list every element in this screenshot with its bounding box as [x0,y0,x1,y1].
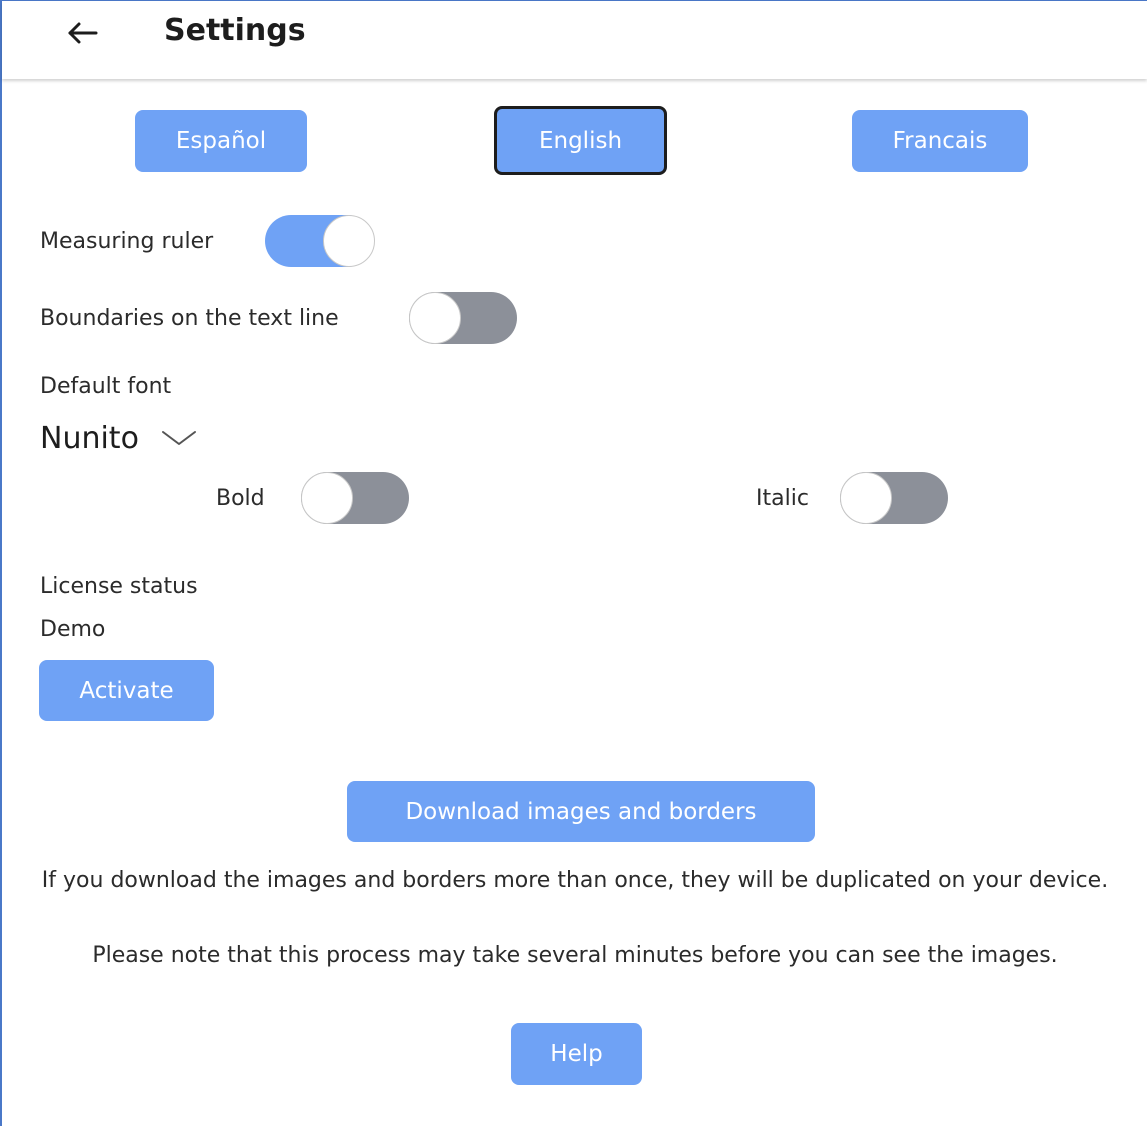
page-title: Settings [164,13,306,48]
toggle-knob [301,472,353,524]
language-button-english[interactable]: English [494,106,667,175]
toggle-knob [840,472,892,524]
back-button[interactable] [64,15,100,51]
download-images-button[interactable]: Download images and borders [347,781,815,842]
measuring-ruler-label: Measuring ruler [40,229,214,254]
bold-label: Bold [216,486,265,511]
download-duration-note: Please note that this process may take s… [92,943,1058,968]
default-font-dropdown[interactable]: Nunito [40,415,197,461]
boundaries-label: Boundaries on the text line [40,306,339,331]
arrow-left-icon [68,22,98,44]
italic-toggle[interactable] [840,472,948,524]
boundaries-toggle[interactable] [409,292,517,344]
bold-toggle[interactable] [301,472,409,524]
italic-label: Italic [756,486,809,511]
default-font-label: Default font [40,374,172,399]
chevron-down-icon [161,431,196,445]
language-button-francais[interactable]: Francais [852,110,1028,172]
measuring-ruler-toggle[interactable] [265,215,375,267]
language-button-espanol[interactable]: Español [135,110,307,172]
app-header: Settings [2,1,1147,79]
toggle-knob [323,215,375,267]
license-status-value: Demo [40,617,106,642]
toggle-knob [409,292,461,344]
window-frame-left [0,0,2,1126]
activate-button[interactable]: Activate [39,660,214,721]
help-button[interactable]: Help [511,1023,642,1085]
license-status-label: License status [40,574,198,599]
default-font-value: Nunito [40,420,139,456]
download-duplicate-note: If you download the images and borders m… [41,868,1109,893]
